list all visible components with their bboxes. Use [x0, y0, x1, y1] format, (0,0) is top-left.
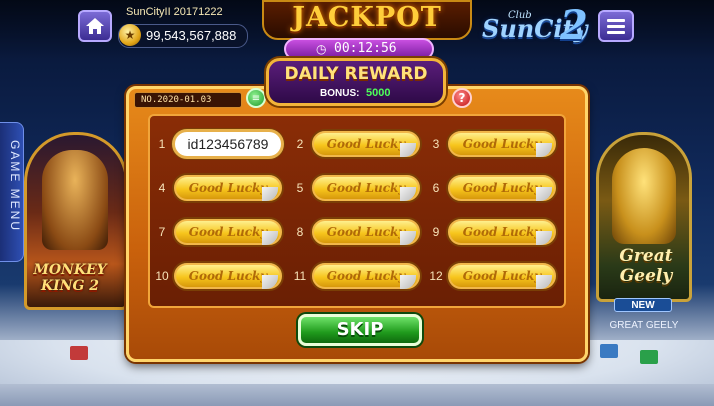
gift-decoration [70, 346, 88, 360]
slot-number: 4 [158, 181, 166, 195]
slot-number: 6 [432, 181, 440, 195]
slot-number: 2 [296, 137, 304, 151]
slot-number: 11 [293, 269, 307, 283]
bottom-frame [0, 384, 714, 406]
list-icon: ≡ [251, 92, 261, 104]
slot-number: 8 [296, 225, 304, 239]
slot-number: 3 [432, 137, 440, 151]
logo-number: 2 [560, 2, 588, 49]
game-card-great-geely-subtitle: GREAT GEELY [609, 320, 679, 331]
slot-number: 12 [429, 269, 443, 283]
help-button[interactable]: ? [452, 88, 472, 108]
slot-number: 10 [155, 269, 169, 283]
coin-icon: ★ [119, 24, 141, 46]
history-button[interactable]: ≡ [246, 88, 266, 108]
main-menu-button[interactable] [598, 10, 634, 42]
home-button[interactable] [78, 10, 112, 42]
gift-decoration [600, 344, 618, 358]
daily-reward-title: DAILY REWARD [284, 64, 428, 84]
countdown-timer: 00:12:56 [334, 41, 397, 56]
bonus-label: BONUS: [320, 88, 360, 99]
monkey-king-artwork [42, 150, 108, 250]
reward-slot-label: id123456789 [187, 136, 269, 152]
slot-number: 1 [158, 137, 166, 151]
slot-number: 5 [296, 181, 304, 195]
great-geely-artwork [612, 148, 676, 244]
skip-button-label: SKIP [336, 319, 384, 340]
clock-icon: ◷ [316, 42, 327, 56]
coin-balance: 99,543,567,888 [146, 28, 237, 43]
slot-number: 7 [158, 225, 166, 239]
home-icon [86, 18, 104, 34]
question-mark-icon: ? [458, 91, 466, 105]
game-card-great-geely-title: Great Geely [619, 246, 673, 286]
game-card-monkey-king-title: MONKEY KING 2 [33, 262, 107, 294]
jackpot-title: JACKPOT [292, 2, 442, 33]
draw-number-tag: NO.2020-01.03 [134, 92, 242, 108]
game-menu-label: GAME MENU [8, 140, 22, 233]
gift-decoration [640, 350, 658, 364]
bonus-value: 5000 [366, 87, 391, 99]
new-badge: NEW [614, 298, 672, 312]
username: SunCityII 20171222 [126, 6, 223, 18]
slot-number: 9 [432, 225, 440, 239]
hamburger-menu-icon [607, 18, 625, 22]
